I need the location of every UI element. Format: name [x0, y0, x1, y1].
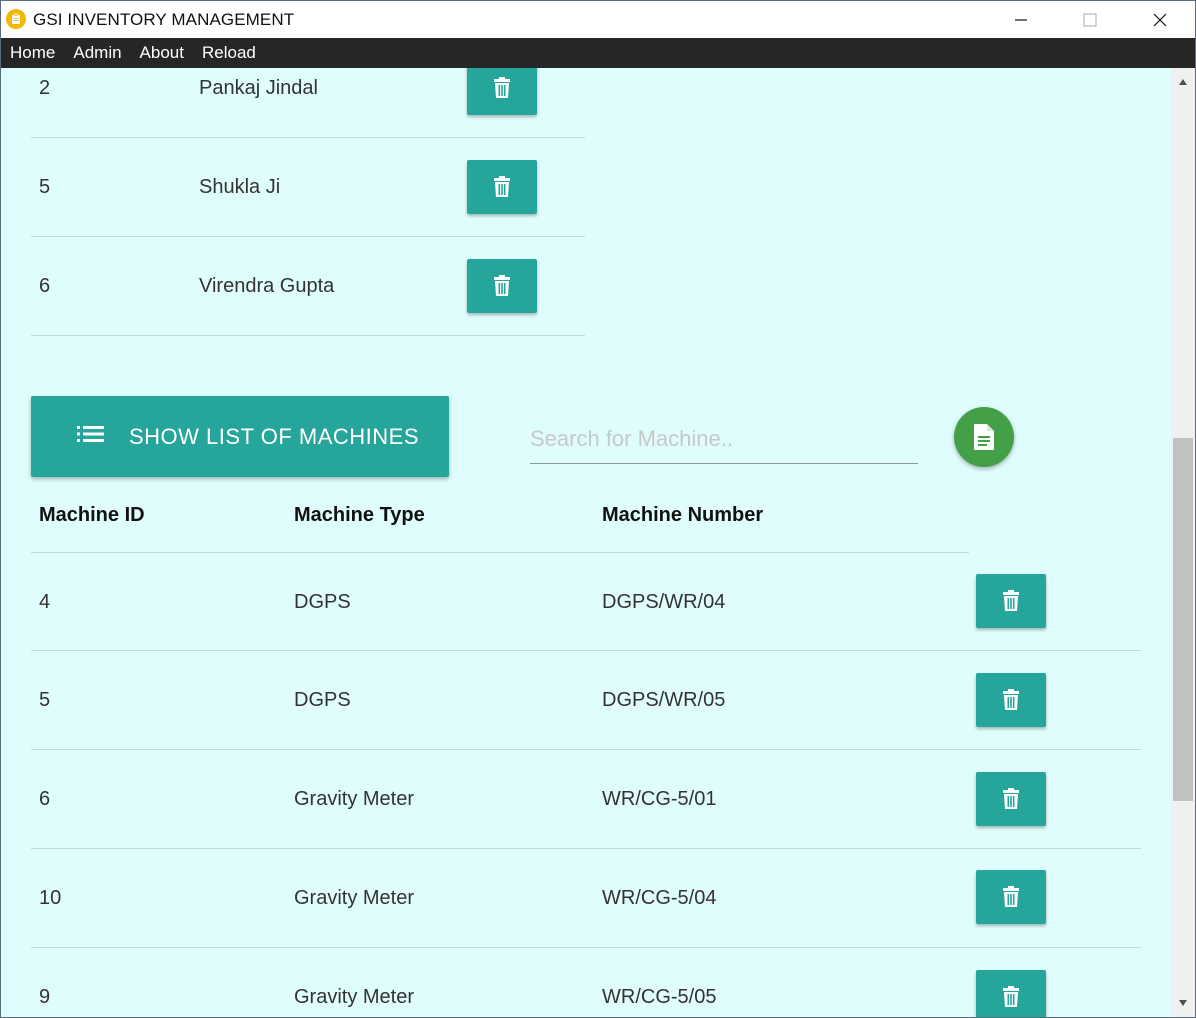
delete-machine-button[interactable] [976, 772, 1046, 826]
close-button[interactable] [1125, 1, 1195, 38]
app-window: GSI INVENTORY MANAGEMENT Home Admin Abou… [0, 0, 1196, 1018]
machine-number: WR/CG-5/04 [602, 887, 717, 909]
user-name: Pankaj Jindal [199, 77, 318, 99]
user-id: 5 [39, 176, 51, 198]
clipboard-icon [6, 9, 26, 29]
scroll-up-arrow-icon[interactable] [1171, 72, 1195, 92]
machine-id: 5 [39, 689, 51, 711]
delete-machine-button[interactable] [976, 673, 1046, 727]
menu-reload[interactable]: Reload [202, 43, 256, 63]
main-content: 2 Pankaj Jindal 5 Shukla Ji 6 Virendra G… [1, 68, 1171, 1017]
machine-id: 4 [39, 591, 51, 613]
header-divider [31, 552, 969, 553]
header-machine-number: Machine Number [602, 504, 764, 526]
delete-machine-button[interactable] [976, 970, 1046, 1017]
delete-machine-button[interactable] [976, 870, 1046, 924]
menu-about[interactable]: About [140, 43, 184, 63]
scroll-down-arrow-icon[interactable] [1171, 993, 1195, 1013]
maximize-button[interactable] [1055, 1, 1125, 38]
row-divider [31, 749, 1141, 750]
delete-user-button[interactable] [467, 160, 537, 214]
list-icon [77, 426, 104, 442]
row-divider [31, 335, 585, 336]
delete-user-button[interactable] [467, 68, 537, 115]
trash-icon [1003, 689, 1019, 710]
row-divider [31, 650, 1141, 651]
machine-type: Gravity Meter [294, 788, 415, 810]
machine-search-input[interactable] [530, 414, 918, 464]
delete-machine-button[interactable] [976, 574, 1046, 628]
row-divider [31, 848, 1141, 849]
machine-id: 9 [39, 986, 51, 1008]
user-name: Shukla Ji [199, 176, 281, 198]
menu-home[interactable]: Home [10, 43, 55, 63]
trash-icon [1003, 986, 1019, 1007]
machine-number: WR/CG-5/05 [602, 986, 717, 1008]
machine-id: 6 [39, 788, 51, 810]
user-id: 6 [39, 275, 51, 297]
machine-number: WR/CG-5/01 [602, 788, 717, 810]
row-divider [31, 236, 585, 237]
machine-type: Gravity Meter [294, 887, 415, 909]
show-machines-button[interactable]: SHOW LIST OF MACHINES [31, 396, 449, 477]
user-name: Virendra Gupta [199, 275, 335, 297]
machine-id: 10 [39, 887, 62, 909]
trash-icon [494, 176, 510, 197]
vertical-scrollbar[interactable] [1171, 68, 1195, 1017]
trash-icon [1003, 886, 1019, 907]
machine-number: DGPS/WR/05 [602, 689, 726, 711]
machine-type: Gravity Meter [294, 986, 415, 1008]
show-machines-label: SHOW LIST OF MACHINES [129, 424, 420, 449]
trash-icon [1003, 788, 1019, 809]
user-id: 2 [39, 77, 51, 99]
trash-icon [1003, 590, 1019, 611]
menu-admin[interactable]: Admin [73, 43, 121, 63]
scrollbar-thumb[interactable] [1173, 438, 1193, 801]
trash-icon [494, 275, 510, 296]
row-divider [31, 947, 1141, 948]
trash-icon [494, 77, 510, 98]
delete-user-button[interactable] [467, 259, 537, 313]
menu-bar: Home Admin About Reload [1, 38, 1195, 68]
minimize-button[interactable] [986, 1, 1056, 38]
machine-type: DGPS [294, 591, 351, 613]
header-machine-type: Machine Type [294, 504, 425, 526]
document-icon [974, 424, 994, 450]
window-title: GSI INVENTORY MANAGEMENT [33, 10, 295, 29]
machine-type: DGPS [294, 689, 351, 711]
report-button[interactable] [954, 407, 1014, 467]
row-divider [31, 137, 585, 138]
title-bar: GSI INVENTORY MANAGEMENT [1, 1, 1195, 38]
machine-number: DGPS/WR/04 [602, 591, 726, 613]
header-machine-id: Machine ID [39, 504, 145, 526]
